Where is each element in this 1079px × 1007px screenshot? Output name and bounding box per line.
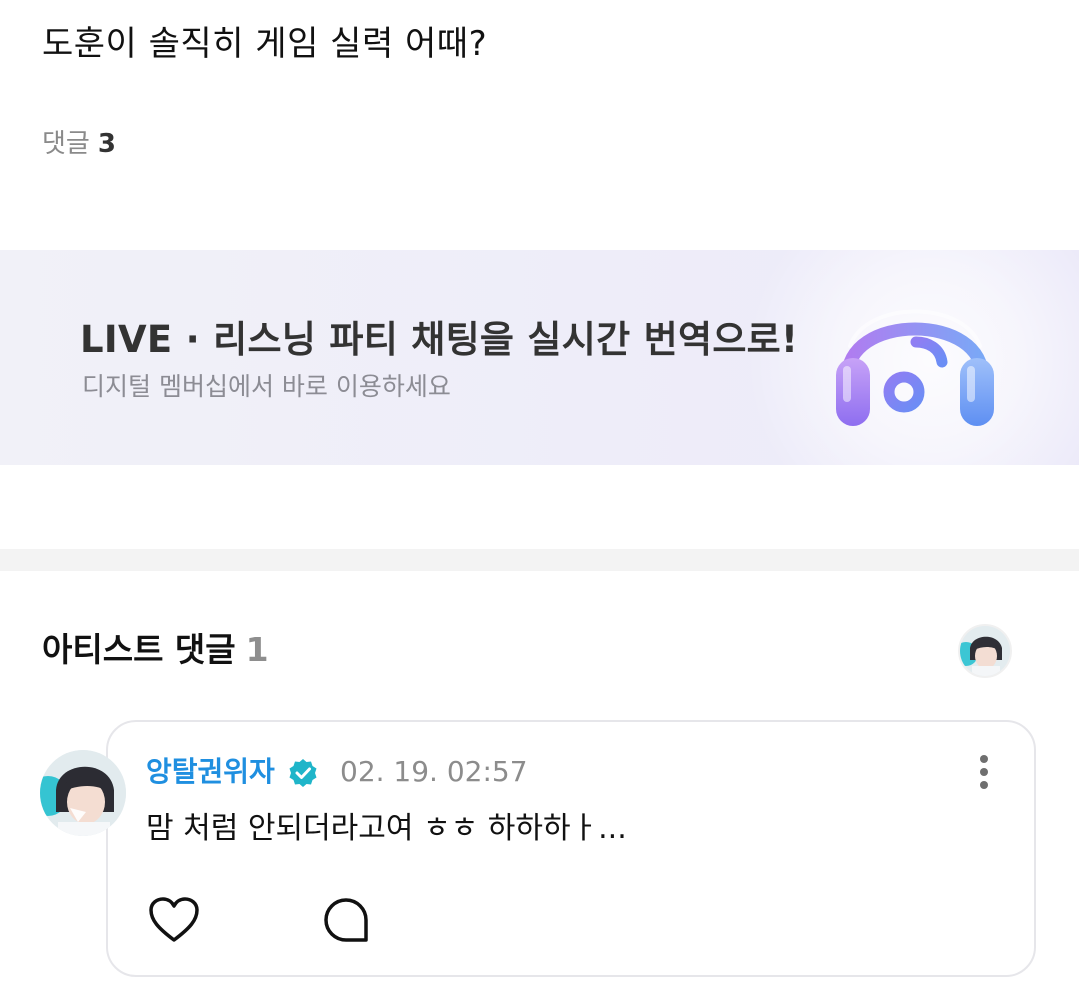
banner-subtitle: 디지털 멤버십에서 바로 이용하세요 [82,372,451,401]
artist-comments-count: 1 [245,630,269,669]
comment-count-label: 댓글 [42,129,90,159]
comment-author-name[interactable]: 앙탈권위자 [146,752,275,792]
post-title: 도훈이 솔직히 게임 실력 어때? [42,24,488,64]
reply-bubble-icon[interactable] [322,896,370,944]
heart-icon[interactable] [148,896,200,944]
membership-promo-banner[interactable]: LIVE · 리스닝 파티 채팅을 실시간 번역으로! 디지털 멤버십에서 바로… [0,250,1079,465]
artist-avatar-image [960,626,1010,676]
comment-text: 맘 처럼 안되더라고여 ㅎㅎ 하하하ㅏ... [146,811,627,846]
comment-count-number: 3 [97,129,116,159]
verified-badge-icon [289,759,317,787]
artist-comments-title: 아티스트 댓글 [42,630,236,669]
comment-timestamp: 02. 19. 02:57 [340,755,528,788]
artist-avatar[interactable] [958,624,1012,678]
banner-title: LIVE · 리스닝 파티 채팅을 실시간 번역으로! [80,318,799,361]
artist-comments-heading: 아티스트 댓글 1 [42,628,269,672]
more-vertical-icon[interactable] [968,752,1000,792]
headphones-music-icon [836,309,994,426]
comment-count[interactable]: 댓글 3 [42,126,116,162]
comment-author-avatar[interactable] [40,750,126,836]
comment-author-avatar-image [40,750,126,836]
section-divider [0,549,1079,571]
